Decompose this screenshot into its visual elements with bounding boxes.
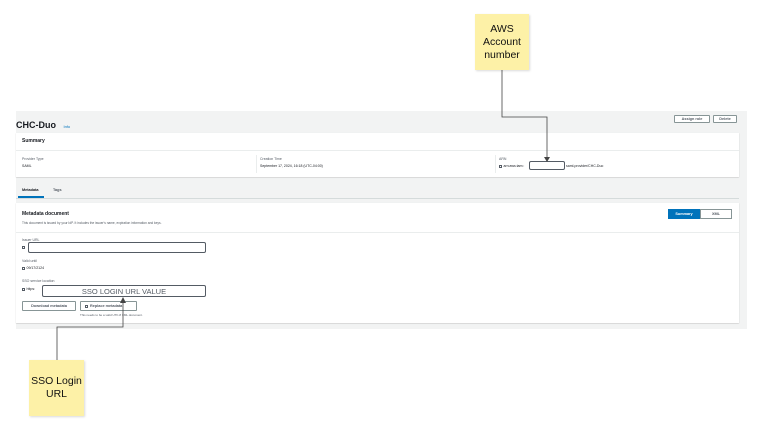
aws-account-note-line-3: number bbox=[484, 48, 520, 61]
aws-account-arrow-line bbox=[501, 70, 548, 160]
sso-login-sticky-note: SSO Login URL bbox=[29, 360, 84, 416]
aws-account-note-line-1: AWS bbox=[490, 22, 514, 35]
sso-login-arrow-line bbox=[56, 300, 124, 360]
sso-login-note-line-2: URL bbox=[45, 388, 67, 400]
annotation-arrows bbox=[56, 70, 550, 360]
aws-account-arrowhead bbox=[544, 157, 550, 162]
aws-account-note-line-2: Account bbox=[483, 35, 521, 48]
sso-login-note-line-1: SSO Login bbox=[31, 375, 82, 387]
sso-login-arrowhead bbox=[120, 297, 126, 303]
aws-account-sticky-note: AWS Account number bbox=[475, 14, 529, 70]
